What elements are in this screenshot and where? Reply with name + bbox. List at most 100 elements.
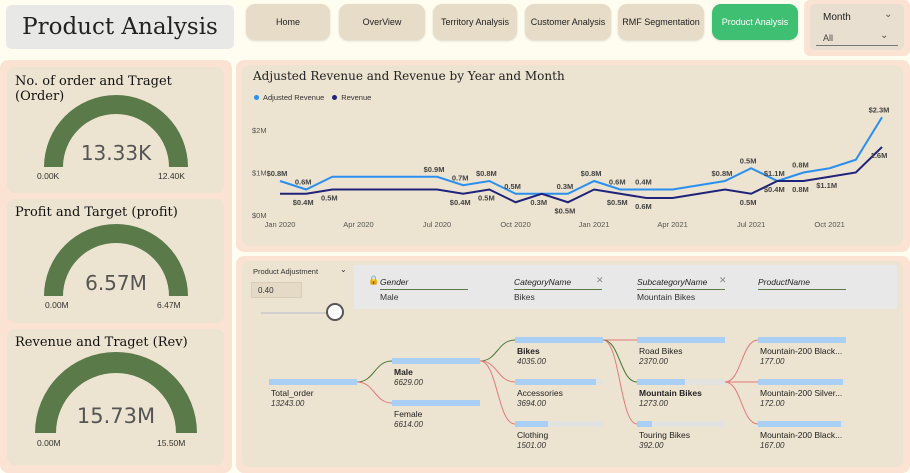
tree-node-bar[interactable] [758, 379, 846, 385]
gauge-value: 15.73M [76, 404, 156, 428]
tree-node-name-subcategory[interactable]: Road Bikes [639, 346, 682, 356]
data-label: 0.5M [740, 198, 757, 207]
tree-link [724, 339, 759, 383]
tree-link [479, 360, 516, 383]
x-tick-label: Jan 2020 [265, 220, 296, 229]
x-tick-label: Oct 2021 [814, 220, 844, 229]
tree-link [356, 360, 393, 383]
tree-link [356, 381, 393, 404]
data-label: 0.6M [635, 202, 652, 211]
gauge-min: 0.00M [37, 438, 61, 448]
slicer-underline [816, 45, 898, 46]
data-label: 0.3M [557, 182, 574, 191]
x-tick-label: Jan 2021 [579, 220, 610, 229]
tree-node-name-product[interactable]: Mountain-200 Black... [760, 430, 842, 440]
tree-node-bar[interactable] [392, 358, 480, 364]
tree-link [602, 339, 638, 425]
tree-node-name-subcategory[interactable]: Touring Bikes [639, 430, 690, 440]
tree-node-value-gender: 6629.00 [394, 378, 423, 387]
data-label: $0.9M [424, 165, 445, 174]
data-label: $1.1M [764, 169, 785, 178]
tree-node-fill [269, 379, 357, 385]
data-label: 0.8M [792, 161, 809, 170]
data-label: 0.8M [792, 185, 809, 194]
tree-node-name-product[interactable]: Mountain-200 Black... [760, 346, 842, 356]
tree-node-bar[interactable] [392, 400, 480, 406]
tree-node-fill [637, 421, 652, 427]
gauge-profit [44, 224, 188, 296]
tree-node-fill [758, 421, 841, 427]
month-slicer-value[interactable]: All [823, 33, 833, 43]
series-line-adjusted-revenue [279, 116, 883, 195]
page-title: Product Analysis [6, 5, 234, 49]
decomposition-tree-card: Product Adjustment ⌄ 0.40 Gender Male 🔒 Cat… [242, 261, 903, 467]
tree-node-value-root: 13243.00 [271, 399, 305, 408]
tree-link [479, 360, 516, 425]
gauge-min: 0.00K [37, 171, 60, 181]
nav-home-button[interactable]: Home [246, 4, 330, 40]
nav-rmf-segmentation-button[interactable]: RMF Segmentation [618, 4, 704, 40]
tree-node-name-root[interactable]: Total_order [271, 388, 314, 398]
tree-node-value-product: 177.00 [760, 357, 785, 366]
tree-node-value-category: 4035.00 [517, 357, 546, 366]
tree-link [602, 339, 638, 383]
chevron-down-icon[interactable]: ⌄ [880, 30, 888, 41]
gauge-value: 13.33K [80, 141, 152, 165]
gauge-max: 12.40K [158, 171, 185, 181]
data-label: 0.6M [295, 178, 312, 187]
tree-node-name-category[interactable]: Clothing [517, 430, 548, 440]
tree-node-bar[interactable] [758, 337, 846, 343]
tree-node-name-category[interactable]: Accessories [517, 388, 563, 398]
tree-node-bar[interactable] [515, 337, 603, 343]
gauge-max: 6.47M [157, 300, 181, 310]
gauge-card-orders: No. of order and Traget (Order) 13.33K 0… [7, 67, 224, 193]
month-slicer-label: Month [823, 12, 851, 23]
tree-node-fill [637, 337, 725, 343]
tree-node-bar[interactable] [515, 421, 603, 427]
tree-node-bar[interactable] [515, 379, 603, 385]
tree-node-fill [758, 379, 844, 385]
tree-node-value-gender: 6614.00 [394, 420, 423, 429]
nav-overview-button[interactable]: OverView [339, 4, 425, 40]
tree-node-bar[interactable] [637, 379, 725, 385]
tree-link [724, 381, 759, 425]
data-label: $0.8M [267, 169, 288, 178]
tree-node-fill [515, 421, 548, 427]
y-tick-label: $0M [252, 211, 267, 220]
data-label: $0.8M [476, 169, 497, 178]
nav-territory-analysis-button[interactable]: Territory Analysis [433, 4, 517, 40]
tree-node-bar[interactable] [637, 421, 725, 427]
nav-product-analysis-button[interactable]: Product Analysis [712, 4, 798, 40]
x-tick-label: Jul 2021 [737, 220, 765, 229]
tree-node-value-subcategory: 392.00 [639, 441, 664, 450]
month-slicer[interactable]: Month ⌄ All ⌄ [810, 4, 904, 50]
gauge-value: 6.57M [85, 271, 147, 295]
tree-node-name-gender[interactable]: Female [394, 409, 422, 419]
data-label: $2.3M [869, 105, 890, 114]
data-label: 0.5M [740, 156, 757, 165]
data-label: $0.4M [450, 198, 471, 207]
tree-node-name-gender[interactable]: Male [394, 367, 413, 377]
tree-node-value-category: 1501.00 [517, 441, 546, 450]
data-label: 0.6M [609, 178, 626, 187]
data-label: 0.5M [504, 182, 521, 191]
data-label: $0.5M [554, 206, 575, 215]
nav-customer-analysis-button[interactable]: Customer Analysis [525, 4, 611, 40]
tree-node-name-product[interactable]: Mountain-200 Silver... [760, 388, 842, 398]
tree-node-fill [637, 379, 685, 385]
tree-node-name-category[interactable]: Bikes [517, 346, 540, 356]
tree-link [479, 339, 516, 362]
tree-node-bar[interactable] [758, 421, 846, 427]
y-tick-label: $1M [252, 169, 267, 178]
gauge-max: 15.50M [157, 438, 186, 448]
tree-node-fill [515, 337, 603, 343]
tree-node-fill [392, 400, 480, 406]
tree-node-bar[interactable] [269, 379, 357, 385]
line-chart: $0M $1M $2M Jan 2020 Apr 2020 Jul 2020 Oct 202… [252, 105, 890, 229]
tree-node-fill [758, 337, 846, 343]
tree-node-bar[interactable] [637, 337, 725, 343]
tree-node-name-subcategory[interactable]: Mountain Bikes [639, 388, 702, 398]
tree-node-value-product: 167.00 [760, 441, 785, 450]
chevron-down-icon[interactable]: ⌄ [884, 9, 892, 20]
data-label: 0.4M [635, 178, 652, 187]
